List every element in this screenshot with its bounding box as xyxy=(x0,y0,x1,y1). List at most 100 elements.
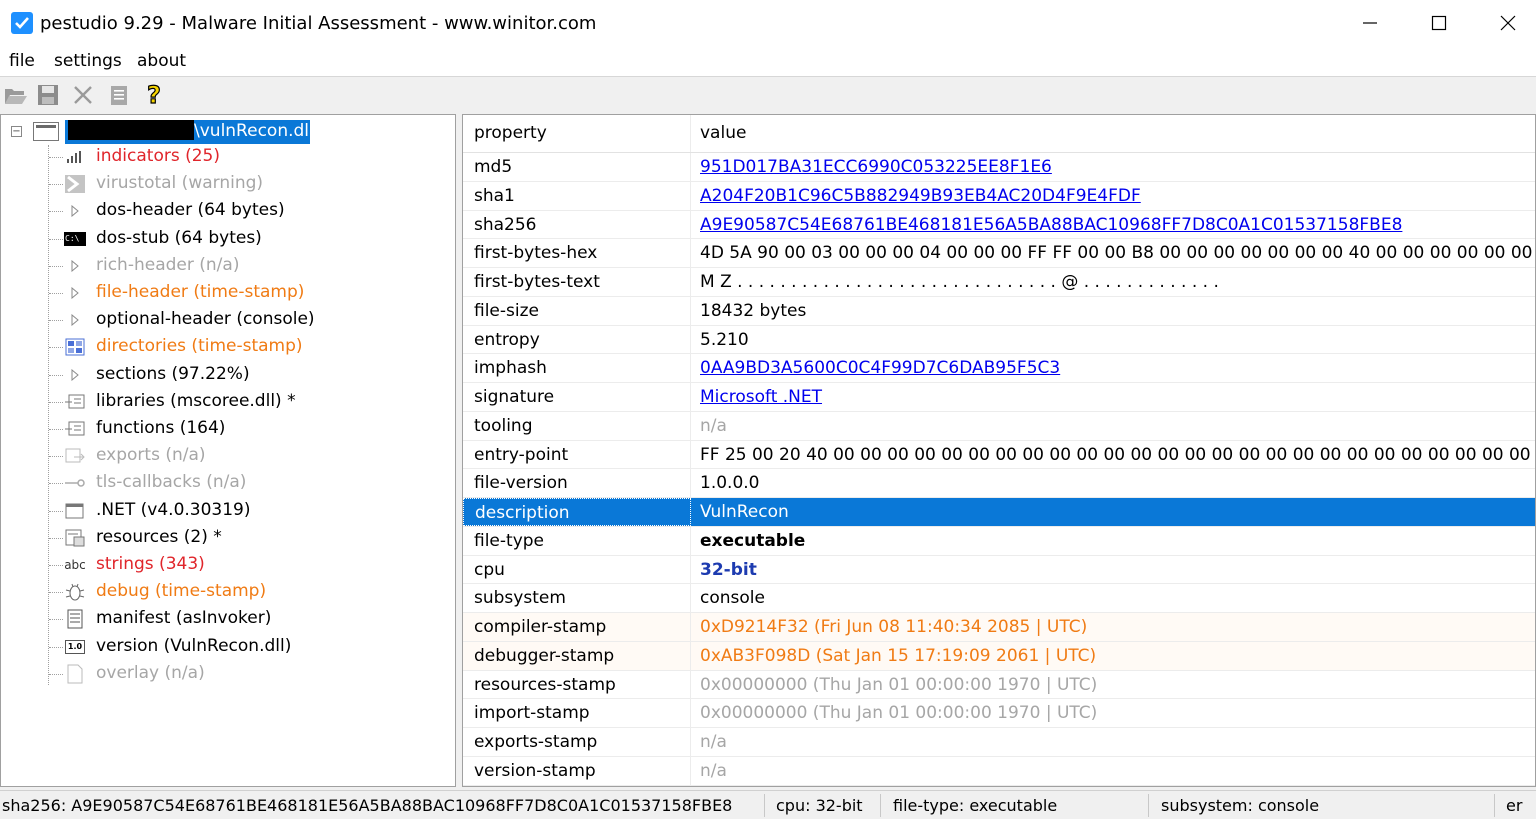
table-row[interactable]: file-size 18432 bytes xyxy=(463,296,1535,326)
table-row[interactable]: resources-stamp 0x00000000 (Thu Jan 01 00… xyxy=(463,670,1535,700)
table-row[interactable]: debugger-stamp 0xAB3F098D (Sat Jan 15 17:… xyxy=(463,641,1535,671)
tree-connector xyxy=(49,293,63,294)
table-row[interactable]: file-version 1.0.0.0 xyxy=(463,469,1535,499)
table-row[interactable]: compiler-stamp 0xD9214F32 (Fri Jun 08 11:… xyxy=(463,613,1535,642)
close-button[interactable] xyxy=(1474,0,1536,46)
value-cell[interactable]: 0AA9BD3A5600C0C4F99D7C6DAB95F5C3 xyxy=(691,354,1535,382)
value-link[interactable]: 0AA9BD3A5600C0C4F99D7C6DAB95F5C3 xyxy=(700,358,1060,378)
table-row[interactable]: cpu 32-bit xyxy=(463,555,1535,585)
close-file-button[interactable] xyxy=(70,82,96,108)
tree-item[interactable]: virustotal (warning) xyxy=(1,171,455,198)
clipboard-button[interactable] xyxy=(106,82,132,108)
tree-connector xyxy=(49,320,63,322)
status-cpu: cpu: 32-bit xyxy=(776,796,863,815)
value-text: n/a xyxy=(700,415,727,436)
value-cell[interactable]: Microsoft .NET xyxy=(691,383,1535,411)
menu-about[interactable]: about xyxy=(137,51,186,71)
column-header-property[interactable]: property xyxy=(463,115,691,152)
value-text: 32-bit xyxy=(700,559,757,580)
value-text: 0xAB3F098D (Sat Jan 15 17:19:09 2061 | U… xyxy=(700,645,1097,666)
table-row[interactable]: sha1 A204F20B1C96C5B882949B93EB4AC20D4F9E… xyxy=(463,181,1535,211)
tree-item[interactable]: directories (time-stamp) xyxy=(1,334,455,361)
tree-root-selection[interactable]: \vulnRecon.dll xyxy=(65,120,314,144)
tree-item[interactable]: dos-header (64 bytes) xyxy=(1,198,455,225)
open-folder-button[interactable] xyxy=(3,82,29,108)
value-cell: 32-bit xyxy=(691,556,1535,584)
tree-connector xyxy=(49,184,63,186)
tree-connector xyxy=(49,537,63,539)
table-row[interactable]: entropy 5.210 xyxy=(463,325,1535,355)
table-row[interactable]: file-type executable xyxy=(463,526,1535,556)
tree-item[interactable]: sections (97.22%) xyxy=(1,362,455,389)
minimize-button[interactable] xyxy=(1336,0,1404,46)
property-cell: debugger-stamp xyxy=(463,641,691,670)
tree-item[interactable]: functions (164) xyxy=(1,416,455,443)
status-separator xyxy=(1494,794,1495,817)
collapse-toggle-icon[interactable]: − xyxy=(11,126,22,137)
property-cell: file-size xyxy=(463,296,691,325)
value-cell[interactable]: A204F20B1C96C5B882949B93EB4AC20D4F9E4FDF xyxy=(691,182,1535,210)
tree-connector xyxy=(49,619,63,621)
property-cell: file-version xyxy=(463,469,691,498)
tree-item[interactable]: overlay (n/a) xyxy=(1,661,455,688)
table-row[interactable]: tooling n/a xyxy=(463,411,1535,441)
value-text: executable xyxy=(700,530,806,551)
tree-connector xyxy=(49,592,63,594)
close-file-icon xyxy=(74,86,92,104)
column-header-value[interactable]: value xyxy=(691,115,1535,152)
table-row[interactable]: version-stamp n/a xyxy=(463,756,1535,786)
table-row[interactable]: md5 951D017BA31ECC6990C053225EE8F1E6 xyxy=(463,153,1535,182)
tree-connector xyxy=(49,565,63,566)
value-text: FF 25 00 20 40 00 00 00 00 00 00 00 00 0… xyxy=(700,444,1535,465)
value-text: n/a xyxy=(700,732,727,752)
value-cell[interactable]: A9E90587C54E68761BE468181E56A5BA88BAC109… xyxy=(691,211,1535,239)
property-cell: import-stamp xyxy=(463,699,691,728)
abc-icon: abc xyxy=(64,558,86,572)
title-bar: pestudio 9.29 - Malware Initial Assessme… xyxy=(0,0,1536,46)
tree-item[interactable]: debug (time-stamp) xyxy=(1,579,455,606)
table-row[interactable]: entry-point FF 25 00 20 40 00 00 00 00 00… xyxy=(463,440,1535,470)
menu-settings[interactable]: settings xyxy=(54,51,122,71)
tree-item[interactable]: exports (n/a) xyxy=(1,443,455,470)
value-link[interactable]: A9E90587C54E68761BE468181E56A5BA88BAC109… xyxy=(700,215,1402,235)
tree-item[interactable]: tls-callbacks (n/a) xyxy=(1,470,455,497)
tree-item[interactable]: indicators (25) xyxy=(1,144,455,171)
tree-item[interactable]: optional-header (console) xyxy=(1,307,455,334)
save-button[interactable] xyxy=(35,82,61,108)
tree-item[interactable]: libraries (mscoree.dll) * xyxy=(1,389,455,416)
tree-item[interactable]: resources (2) * xyxy=(1,525,455,552)
value-text: VulnRecon xyxy=(700,502,789,522)
tree-item[interactable]: rich-header (n/a) xyxy=(1,253,455,280)
value-cell[interactable]: 951D017BA31ECC6990C053225EE8F1E6 xyxy=(691,153,1535,181)
menu-file[interactable]: file xyxy=(9,51,35,71)
table-row[interactable]: sha256 A9E90587C54E68761BE468181E56A5BA88… xyxy=(463,210,1535,240)
table-row[interactable]: imphash 0AA9BD3A5600C0C4F99D7C6DAB95F5C3 xyxy=(463,354,1535,384)
table-row[interactable]: exports-stamp n/a xyxy=(463,728,1535,757)
table-row[interactable]: import-stamp 0x00000000 (Thu Jan 01 00:00… xyxy=(463,699,1535,729)
tree-item[interactable]: abc strings (343) xyxy=(1,552,455,579)
help-button[interactable]: ? xyxy=(141,80,167,109)
tree-item[interactable]: C:\ dos-stub (64 bytes) xyxy=(1,226,455,253)
table-row[interactable]: first-bytes-text M Z . . . . . . . . . . … xyxy=(463,268,1535,297)
tree-item[interactable]: manifest (asInvoker) xyxy=(1,606,455,633)
value-link[interactable]: Microsoft .NET xyxy=(700,387,822,407)
file-root-icon xyxy=(33,122,59,141)
value-link[interactable]: A204F20B1C96C5B882949B93EB4AC20D4F9E4FDF xyxy=(700,186,1141,206)
table-row[interactable]: first-bytes-hex 4D 5A 90 00 03 00 00 00 0… xyxy=(463,239,1535,269)
tree-item[interactable]: file-header (time-stamp) xyxy=(1,280,455,307)
tree-pane: − \vulnRecon.dll indicators (25) virustot… xyxy=(0,114,456,787)
table-row[interactable]: description VulnRecon xyxy=(463,498,1535,527)
tree-connector xyxy=(49,238,63,240)
maximize-button[interactable] xyxy=(1405,0,1473,46)
value-text: console xyxy=(700,588,765,609)
status-separator xyxy=(1148,794,1149,817)
expand-arrow-icon xyxy=(64,365,86,385)
virustotal-icon xyxy=(64,174,86,194)
value-cell: n/a xyxy=(691,412,1535,440)
tree-item[interactable]: 1.0 version (VulnRecon.dll) xyxy=(1,634,455,661)
tree-connector xyxy=(49,265,63,267)
table-row[interactable]: subsystem console xyxy=(463,584,1535,614)
table-row[interactable]: signature Microsoft .NET xyxy=(463,383,1535,412)
tree-item[interactable]: .NET (v4.0.30319) xyxy=(1,498,455,525)
value-link[interactable]: 951D017BA31ECC6990C053225EE8F1E6 xyxy=(700,157,1052,177)
